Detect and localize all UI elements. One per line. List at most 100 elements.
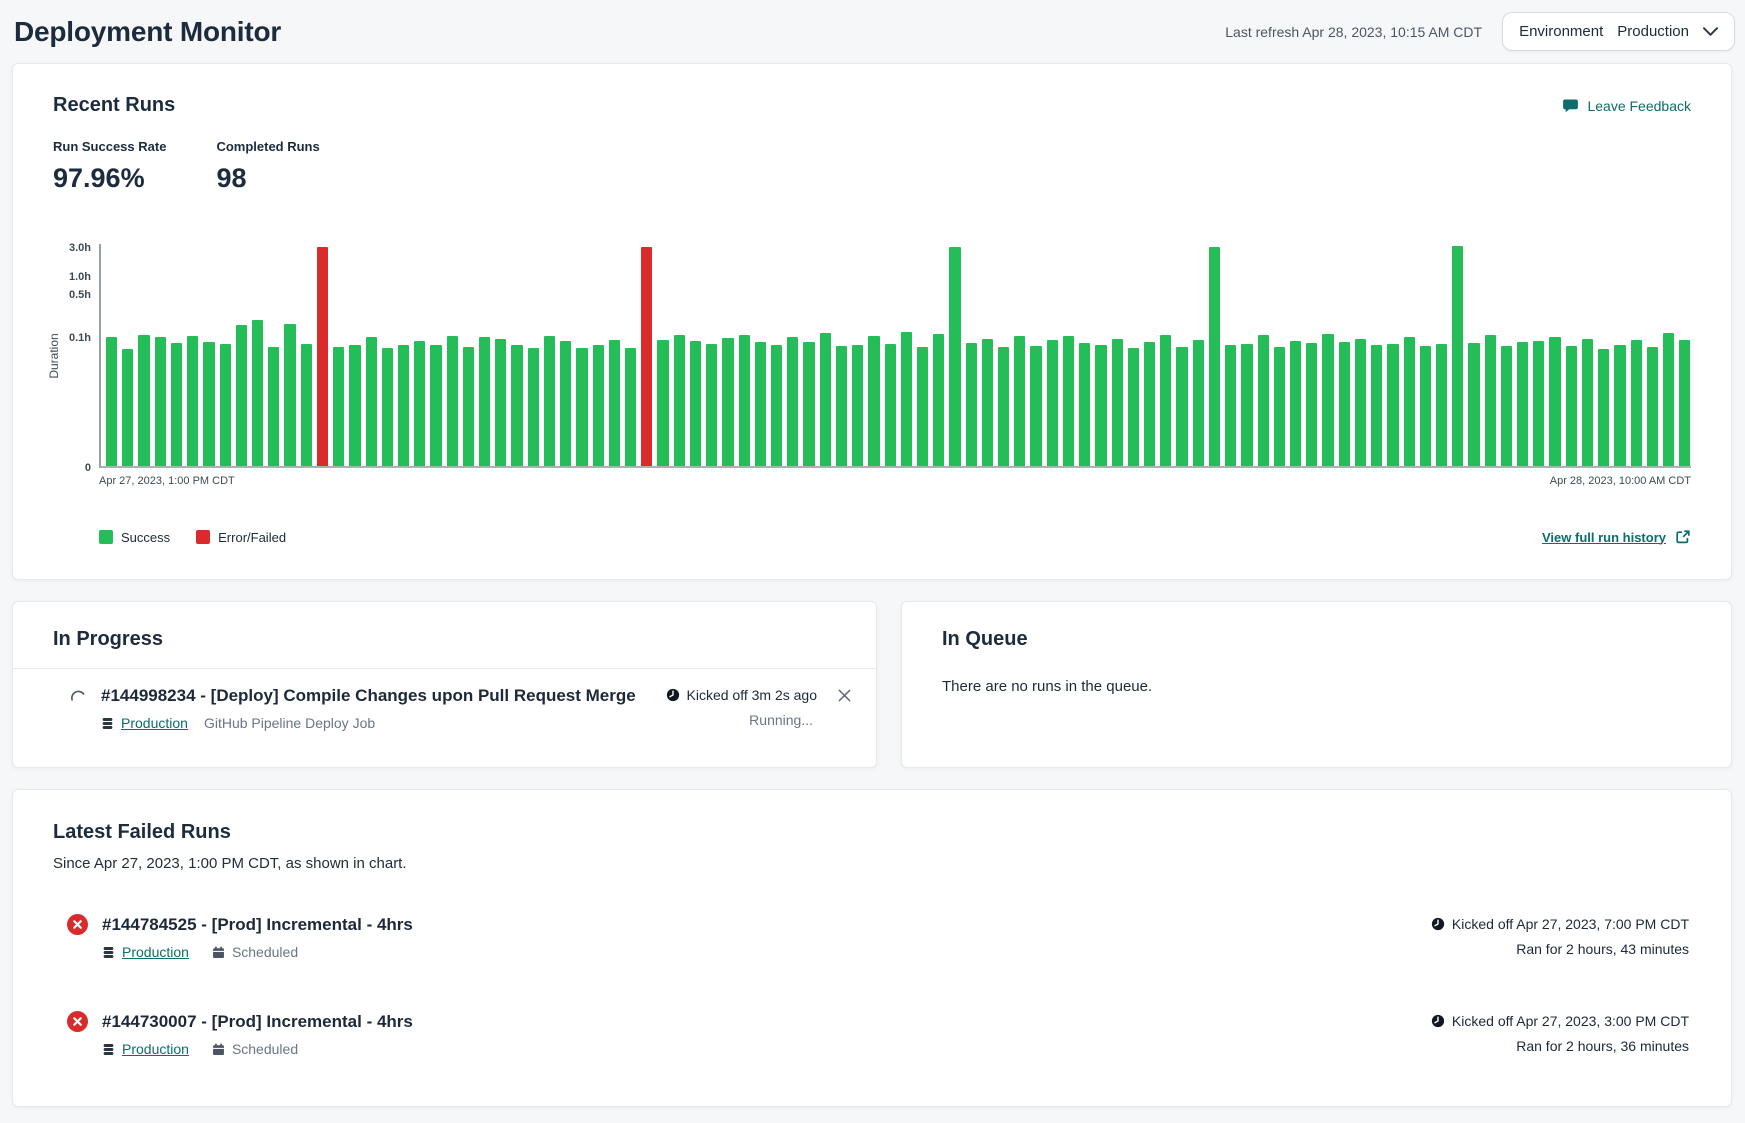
run-bar-success[interactable] — [1452, 246, 1463, 466]
run-bar-success[interactable] — [1598, 349, 1609, 466]
run-bar-success[interactable] — [657, 340, 668, 466]
run-bar-success[interactable] — [1095, 345, 1106, 466]
failed-run-environment-link[interactable]: Production — [122, 1041, 189, 1057]
run-bar-success[interactable] — [706, 344, 717, 466]
run-bar-failed[interactable] — [317, 247, 328, 466]
run-bar-success[interactable] — [106, 337, 117, 466]
run-bar-success[interactable] — [187, 336, 198, 466]
run-bar-success[interactable] — [739, 335, 750, 466]
run-bar-success[interactable] — [430, 345, 441, 466]
run-bar-success[interactable] — [933, 334, 944, 466]
run-bar-success[interactable] — [463, 347, 474, 466]
run-bar-success[interactable] — [593, 345, 604, 466]
run-bar-success[interactable] — [1193, 340, 1204, 466]
run-bar-success[interactable] — [1566, 346, 1577, 466]
run-bar-success[interactable] — [868, 336, 879, 466]
run-bar-success[interactable] — [1047, 340, 1058, 466]
run-bar-success[interactable] — [1387, 344, 1398, 466]
run-bar-success[interactable] — [511, 345, 522, 466]
run-bar-success[interactable] — [674, 335, 685, 466]
run-bar-success[interactable] — [885, 344, 896, 466]
run-bar-success[interactable] — [1306, 343, 1317, 466]
run-bar-success[interactable] — [1079, 343, 1090, 466]
run-bar-success[interactable] — [949, 247, 960, 466]
run-bar-success[interactable] — [1614, 345, 1625, 466]
run-bar-success[interactable] — [998, 347, 1009, 466]
failed-run-environment-link[interactable]: Production — [122, 944, 189, 960]
run-bar-success[interactable] — [1128, 348, 1139, 466]
run-bar-success[interactable] — [1663, 333, 1674, 466]
run-bar-success[interactable] — [1647, 347, 1658, 466]
run-bar-success[interactable] — [544, 336, 555, 466]
run-bar-success[interactable] — [901, 332, 912, 466]
run-bar-success[interactable] — [171, 343, 182, 466]
run-bar-success[interactable] — [1176, 347, 1187, 466]
run-bar-success[interactable] — [690, 341, 701, 466]
run-bar-success[interactable] — [803, 342, 814, 466]
run-bar-success[interactable] — [560, 341, 571, 466]
leave-feedback-link[interactable]: Leave Feedback — [1562, 98, 1691, 114]
run-bar-success[interactable] — [1209, 247, 1220, 466]
run-bar-success[interactable] — [1241, 344, 1252, 466]
run-bar-success[interactable] — [966, 343, 977, 466]
run-bar-success[interactable] — [495, 339, 506, 466]
run-bar-success[interactable] — [1436, 344, 1447, 466]
run-bar-success[interactable] — [836, 346, 847, 466]
run-bar-failed[interactable] — [641, 247, 652, 466]
run-bar-success[interactable] — [1468, 343, 1479, 466]
run-bar-success[interactable] — [252, 320, 263, 466]
run-bar-success[interactable] — [1112, 339, 1123, 466]
run-bar-success[interactable] — [1501, 346, 1512, 466]
run-bar-success[interactable] — [236, 325, 247, 466]
run-bar-success[interactable] — [1485, 335, 1496, 466]
in-progress-environment-link[interactable]: Production — [121, 715, 188, 731]
run-bar-success[interactable] — [1063, 336, 1074, 466]
run-bar-success[interactable] — [609, 340, 620, 466]
run-bar-success[interactable] — [1322, 334, 1333, 466]
run-bar-success[interactable] — [1679, 340, 1690, 466]
run-bar-success[interactable] — [1355, 339, 1366, 466]
run-bar-success[interactable] — [982, 339, 993, 466]
run-bar-success[interactable] — [203, 342, 214, 466]
run-bar-success[interactable] — [820, 333, 831, 466]
environment-dropdown[interactable]: Environment Production — [1502, 12, 1735, 51]
run-bar-success[interactable] — [1549, 337, 1560, 466]
run-bar-success[interactable] — [755, 342, 766, 466]
run-bar-success[interactable] — [138, 335, 149, 466]
close-icon[interactable] — [837, 688, 852, 703]
run-bar-success[interactable] — [1274, 347, 1285, 466]
run-bar-success[interactable] — [771, 345, 782, 466]
run-bar-success[interactable] — [220, 344, 231, 466]
run-bar-success[interactable] — [1533, 341, 1544, 466]
run-bar-success[interactable] — [1144, 342, 1155, 466]
run-bar-success[interactable] — [1225, 345, 1236, 466]
run-bar-success[interactable] — [528, 348, 539, 466]
run-bar-success[interactable] — [1517, 342, 1528, 466]
run-bar-success[interactable] — [852, 345, 863, 466]
run-bar-success[interactable] — [447, 336, 458, 466]
run-bar-success[interactable] — [1258, 335, 1269, 466]
run-bar-success[interactable] — [382, 348, 393, 466]
run-bar-success[interactable] — [1420, 346, 1431, 466]
view-full-run-history-link[interactable]: View full run history — [1542, 529, 1691, 545]
run-bar-success[interactable] — [722, 338, 733, 466]
run-bar-success[interactable] — [268, 347, 279, 466]
run-bar-success[interactable] — [576, 348, 587, 466]
run-bar-success[interactable] — [414, 341, 425, 466]
run-bar-success[interactable] — [122, 349, 133, 466]
run-bar-success[interactable] — [1290, 341, 1301, 466]
run-bar-success[interactable] — [1582, 339, 1593, 466]
run-bar-success[interactable] — [1030, 346, 1041, 466]
run-bar-success[interactable] — [1014, 336, 1025, 466]
run-bar-success[interactable] — [349, 345, 360, 466]
run-bar-success[interactable] — [1371, 345, 1382, 466]
run-bar-success[interactable] — [301, 344, 312, 466]
run-bar-success[interactable] — [1160, 335, 1171, 466]
run-bar-success[interactable] — [1339, 342, 1350, 466]
run-bar-success[interactable] — [366, 337, 377, 466]
run-bar-success[interactable] — [284, 324, 295, 466]
run-bar-success[interactable] — [625, 348, 636, 466]
run-bar-success[interactable] — [917, 347, 928, 466]
run-bar-success[interactable] — [155, 337, 166, 466]
run-bar-success[interactable] — [1404, 337, 1415, 466]
